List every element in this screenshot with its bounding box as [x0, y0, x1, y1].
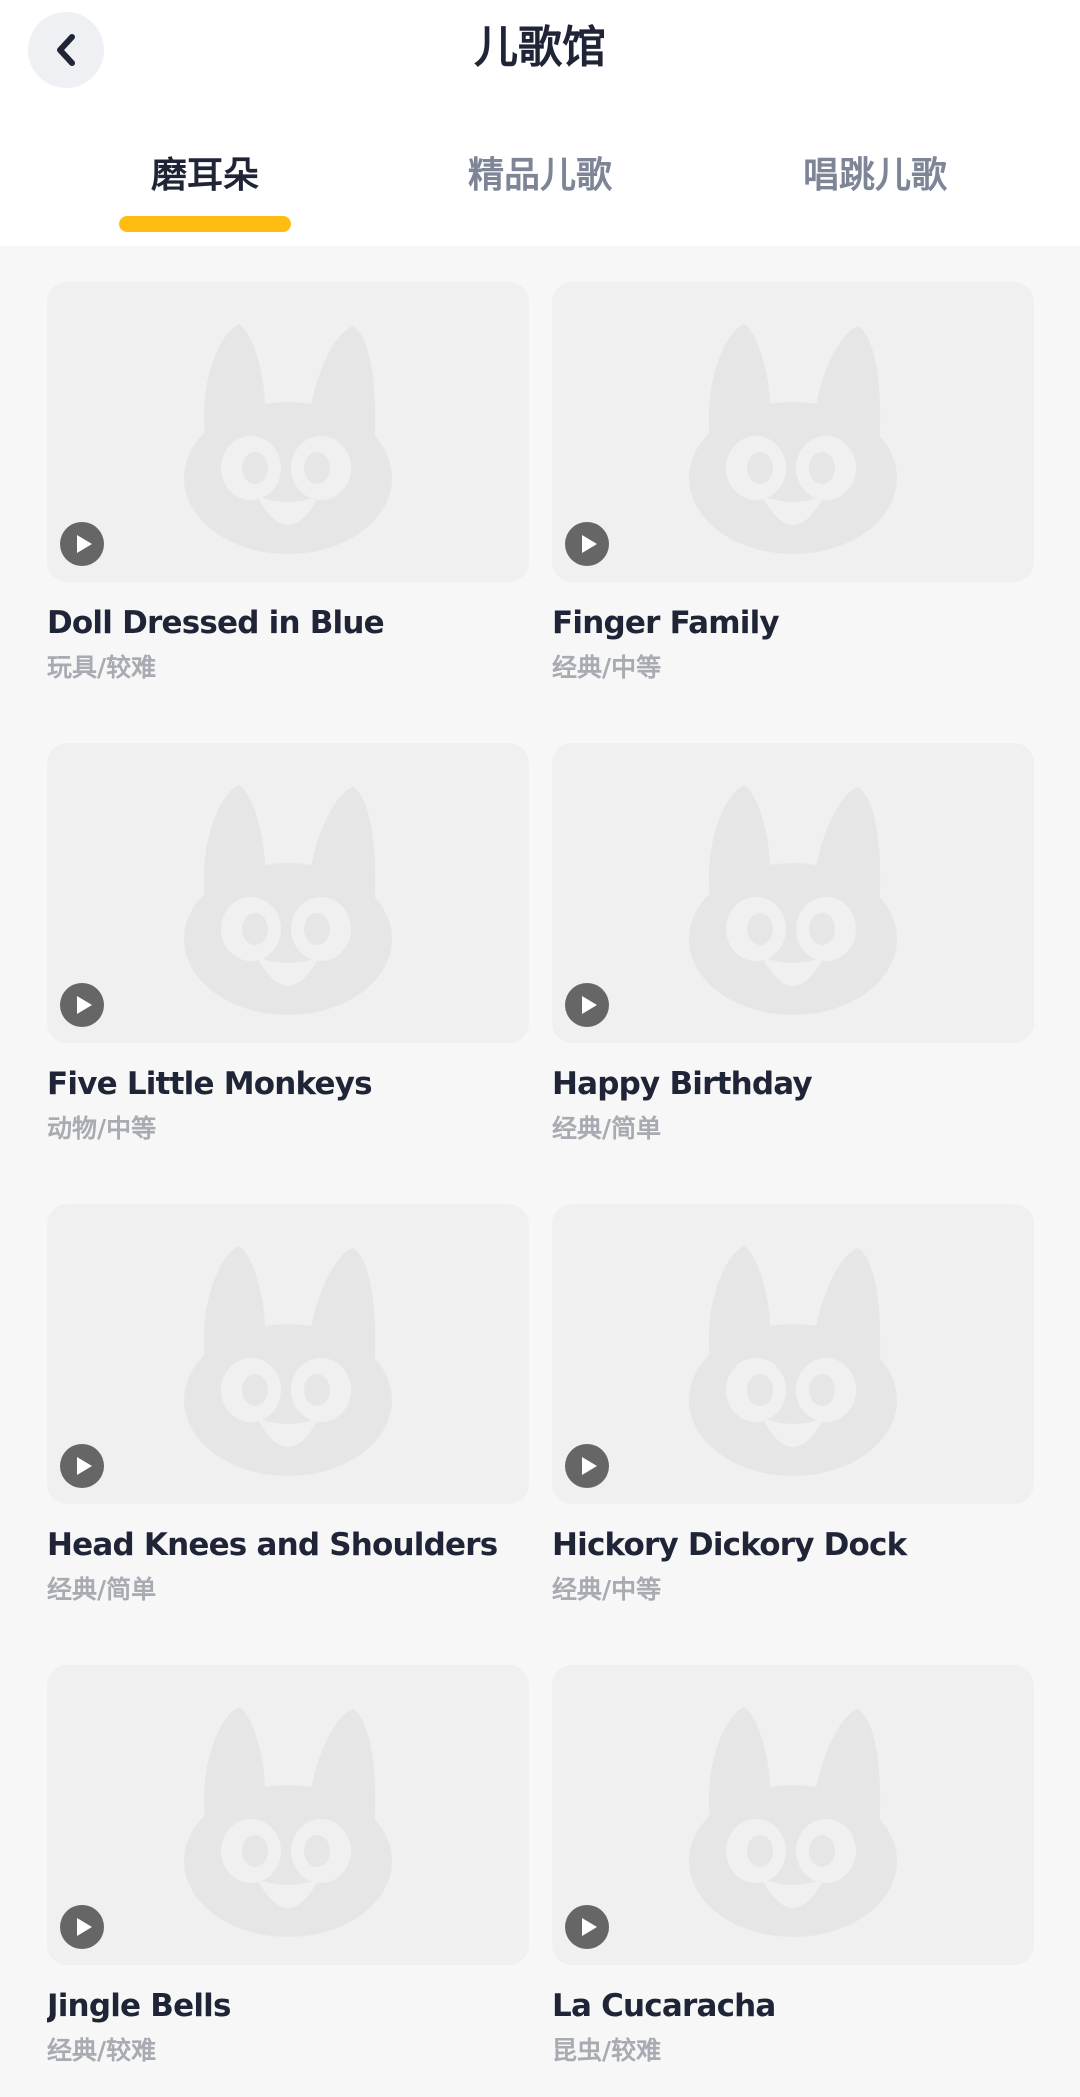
play-button[interactable]: [565, 1444, 609, 1488]
song-tags: 经典/中等: [552, 653, 662, 682]
fox-mascot-placeholder-icon: [184, 785, 392, 1015]
song-tags: 经典/中等: [552, 1575, 662, 1604]
song-tags: 经典/简单: [552, 1114, 662, 1143]
song-title: Happy Birthday: [552, 1066, 813, 1102]
play-button[interactable]: [60, 1444, 104, 1488]
song-card[interactable]: Happy Birthday 经典/简单: [552, 743, 1034, 1163]
fox-mascot-placeholder-icon: [689, 324, 897, 554]
song-tags: 玩具/较难: [47, 653, 157, 682]
fox-mascot-placeholder-icon: [184, 324, 392, 554]
song-title: Head Knees and Shoulders: [47, 1527, 498, 1563]
song-card[interactable]: Finger Family 经典/中等: [552, 282, 1034, 702]
play-button[interactable]: [565, 1905, 609, 1949]
play-icon: [582, 535, 597, 553]
song-title: Five Little Monkeys: [47, 1066, 373, 1102]
active-tab-indicator: [119, 216, 291, 232]
play-icon: [77, 996, 92, 1014]
song-thumbnail[interactable]: [552, 1204, 1034, 1504]
song-tags: 经典/简单: [47, 1575, 157, 1604]
song-card[interactable]: Five Little Monkeys 动物/中等: [47, 743, 529, 1163]
song-card[interactable]: Head Knees and Shoulders 经典/简单: [47, 1204, 529, 1624]
fox-mascot-placeholder-icon: [184, 1707, 392, 1937]
song-thumbnail[interactable]: [47, 1665, 529, 1965]
song-thumbnail[interactable]: [47, 743, 529, 1043]
song-card[interactable]: Jingle Bells 经典/较难: [47, 1665, 529, 2085]
song-title: Doll Dressed in Blue: [47, 605, 385, 641]
play-button[interactable]: [60, 522, 104, 566]
song-tags: 动物/中等: [47, 1114, 157, 1143]
play-icon: [582, 1457, 597, 1475]
play-button[interactable]: [60, 1905, 104, 1949]
song-thumbnail[interactable]: [552, 743, 1034, 1043]
song-thumbnail[interactable]: [552, 282, 1034, 582]
song-thumbnail[interactable]: [47, 1204, 529, 1504]
song-thumbnail[interactable]: [47, 282, 529, 582]
song-tags: 经典/较难: [47, 2036, 157, 2065]
song-card[interactable]: Doll Dressed in Blue 玩具/较难: [47, 282, 529, 702]
play-icon: [582, 996, 597, 1014]
page-title: 儿歌馆: [474, 22, 606, 73]
fox-mascot-placeholder-icon: [184, 1246, 392, 1476]
play-button[interactable]: [565, 522, 609, 566]
fox-mascot-placeholder-icon: [689, 1707, 897, 1937]
fox-mascot-placeholder-icon: [689, 785, 897, 1015]
play-icon: [77, 535, 92, 553]
song-tags: 昆虫/较难: [552, 2036, 662, 2065]
play-icon: [582, 1918, 597, 1936]
tab-changtiao-erge[interactable]: 唱跳儿歌: [745, 140, 1005, 212]
song-card[interactable]: Hickory Dickory Dock 经典/中等: [552, 1204, 1034, 1624]
song-title: La Cucaracha: [552, 1988, 776, 2024]
song-card[interactable]: La Cucaracha 昆虫/较难: [552, 1665, 1034, 2085]
fox-mascot-placeholder-icon: [689, 1246, 897, 1476]
tab-moerduo[interactable]: 磨耳朵: [75, 140, 335, 212]
play-icon: [77, 1918, 92, 1936]
song-title: Jingle Bells: [47, 1988, 231, 2024]
song-thumbnail[interactable]: [552, 1665, 1034, 1965]
song-title: Hickory Dickory Dock: [552, 1527, 907, 1563]
play-icon: [77, 1457, 92, 1475]
play-button[interactable]: [60, 983, 104, 1027]
app-header: 儿歌馆 磨耳朵 精品儿歌 唱跳儿歌: [0, 0, 1080, 246]
song-title: Finger Family: [552, 605, 780, 641]
play-button[interactable]: [565, 983, 609, 1027]
tab-jingpin-erge[interactable]: 精品儿歌: [410, 140, 670, 212]
